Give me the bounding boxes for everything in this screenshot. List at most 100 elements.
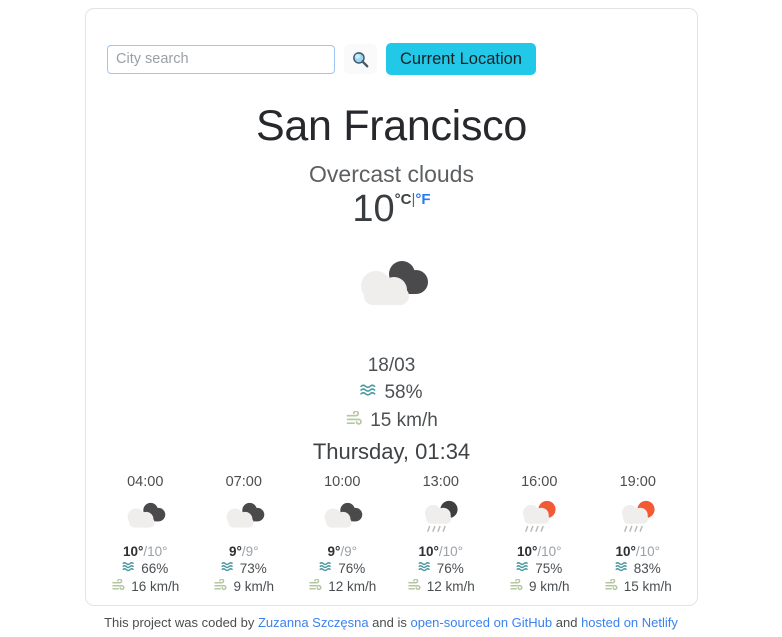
current-date: 18/03 bbox=[367, 355, 416, 376]
unit-celsius[interactable]: °C bbox=[395, 191, 412, 208]
current-wind-value: 15 km/h bbox=[370, 410, 438, 431]
forecast-temps: 10°/10° bbox=[392, 544, 491, 559]
forecast-humidity-row: 73% bbox=[195, 560, 294, 578]
overcast-clouds-icon bbox=[121, 500, 169, 541]
footer-github-link[interactable]: open-sourced on GitHub bbox=[410, 615, 552, 630]
magnifier-icon bbox=[351, 50, 370, 69]
current-weather-icon-wrap bbox=[86, 256, 697, 325]
forecast-time: 19:00 bbox=[619, 474, 656, 490]
forecast-time: 13:00 bbox=[422, 474, 459, 490]
humidity-waves-icon bbox=[516, 560, 531, 578]
footer-text-1: This project was coded by bbox=[104, 615, 258, 630]
forecast-temps: 10°/10° bbox=[96, 544, 195, 559]
overcast-clouds-icon bbox=[318, 500, 366, 541]
humidity-waves-icon bbox=[360, 379, 379, 407]
forecast-temp-max: 10° bbox=[516, 544, 538, 559]
forecast-wind-row: 12 km/h bbox=[293, 578, 392, 596]
current-humidity-row: 58% bbox=[86, 379, 697, 407]
footer-netlify-link[interactable]: hosted on Netlify bbox=[581, 615, 678, 630]
forecast-wind-value: 9 km/h bbox=[528, 579, 570, 594]
weather-card: Current Location San Francisco Overcast … bbox=[85, 8, 698, 606]
forecast-wind-row: 15 km/h bbox=[589, 578, 688, 596]
forecast-item: 04:00 10°/10° 66% 16 km/h bbox=[96, 474, 195, 596]
humidity-waves-icon bbox=[220, 560, 236, 578]
wind-icon bbox=[407, 578, 423, 596]
forecast-temp-max: 10° bbox=[122, 544, 144, 559]
forecast-humidity-value: 83% bbox=[633, 561, 661, 576]
footer-text-3: and bbox=[552, 615, 582, 630]
forecast-humidity-value: 66% bbox=[141, 561, 169, 576]
forecast-humidity-value: 76% bbox=[436, 561, 464, 576]
forecast-wind-row: 9 km/h bbox=[490, 578, 589, 596]
forecast-humidity-row: 76% bbox=[293, 560, 392, 578]
forecast-time: 04:00 bbox=[127, 474, 164, 490]
forecast-temps: 9°/9° bbox=[293, 544, 392, 559]
search-input[interactable] bbox=[107, 44, 335, 74]
forecast-item: 19:00 10°/10° 83% 15 km/h bbox=[589, 474, 688, 596]
humidity-waves-icon bbox=[417, 560, 433, 578]
forecast-temp-min: 9° bbox=[245, 544, 259, 559]
forecast-temp-min: 9° bbox=[344, 544, 358, 559]
forecast-wind-value: 16 km/h bbox=[131, 579, 180, 594]
current-wind-row: 15 km/h bbox=[86, 407, 697, 435]
forecast-item: 10:00 9°/9° 76% 12 km/h bbox=[293, 474, 392, 596]
current-humidity-value: 58% bbox=[384, 382, 423, 403]
footer-text-2: and is bbox=[368, 615, 411, 630]
forecast-humidity-row: 83% bbox=[589, 560, 688, 578]
forecast-wind-value: 12 km/h bbox=[426, 579, 475, 594]
footer-author-link[interactable]: Zuzanna Szczęsna bbox=[258, 615, 369, 630]
forecast-time: 16:00 bbox=[521, 474, 558, 490]
current-location-button[interactable]: Current Location bbox=[386, 43, 536, 75]
forecast-time: 10:00 bbox=[324, 474, 361, 490]
forecast-humidity-row: 66% bbox=[96, 560, 195, 578]
search-row: Current Location bbox=[107, 43, 536, 75]
wind-icon bbox=[604, 578, 620, 596]
forecast-wind-value: 9 km/h bbox=[233, 579, 274, 594]
forecast-icon bbox=[293, 498, 392, 542]
forecast-temp-max: 9° bbox=[327, 544, 341, 559]
forecast-item: 07:00 9°/9° 73% 9 km/h bbox=[195, 474, 294, 596]
weather-app-page: Current Location San Francisco Overcast … bbox=[0, 0, 782, 637]
forecast-row: 04:00 10°/10° 66% 16 km/h 07:00 9°/9° 73… bbox=[96, 474, 687, 596]
rain-sun-icon bbox=[614, 498, 662, 543]
humidity-waves-icon bbox=[319, 560, 334, 578]
forecast-temps: 10°/10° bbox=[490, 544, 589, 559]
forecast-temp-min: 10° bbox=[442, 544, 464, 559]
footer: This project was coded by Zuzanna Szczęs… bbox=[0, 615, 782, 630]
forecast-icon bbox=[392, 498, 491, 542]
search-button[interactable] bbox=[344, 44, 377, 74]
forecast-wind-value: 15 km/h bbox=[623, 579, 672, 594]
forecast-humidity-row: 76% bbox=[392, 560, 491, 578]
forecast-temp-min: 10° bbox=[147, 544, 168, 559]
forecast-item: 13:00 10°/10° 76% 12 km/h bbox=[392, 474, 491, 596]
forecast-icon bbox=[490, 498, 589, 542]
temperature-value: 10 bbox=[352, 188, 395, 230]
forecast-wind-value: 12 km/h bbox=[328, 579, 377, 594]
current-day-time: Thursday, 01:34 bbox=[312, 439, 471, 464]
forecast-icon bbox=[195, 498, 294, 542]
forecast-humidity-value: 76% bbox=[338, 561, 366, 576]
forecast-icon bbox=[96, 498, 195, 542]
wind-icon bbox=[111, 578, 127, 596]
forecast-icon bbox=[589, 498, 688, 542]
forecast-temp-max: 9° bbox=[228, 544, 242, 559]
humidity-waves-icon bbox=[614, 560, 630, 578]
wind-icon bbox=[308, 578, 324, 596]
forecast-wind-row: 16 km/h bbox=[96, 578, 195, 596]
wind-icon bbox=[345, 407, 365, 435]
forecast-humidity-value: 75% bbox=[535, 561, 563, 576]
wind-icon bbox=[509, 578, 525, 596]
forecast-time: 07:00 bbox=[225, 474, 262, 490]
temperature-row: 10°C|°F bbox=[86, 190, 697, 228]
forecast-wind-row: 12 km/h bbox=[392, 578, 491, 596]
forecast-temp-max: 10° bbox=[418, 544, 439, 559]
forecast-humidity-value: 73% bbox=[239, 561, 267, 576]
wind-icon bbox=[213, 578, 229, 596]
forecast-humidity-row: 75% bbox=[490, 560, 589, 578]
forecast-temps: 10°/10° bbox=[589, 544, 688, 559]
unit-fahrenheit[interactable]: °F bbox=[415, 191, 430, 208]
forecast-temps: 9°/9° bbox=[195, 544, 294, 559]
rain-sun-icon bbox=[515, 498, 563, 543]
forecast-item: 16:00 10°/10° 75% 9 km/h bbox=[490, 474, 589, 596]
forecast-temp-max: 10° bbox=[615, 544, 636, 559]
